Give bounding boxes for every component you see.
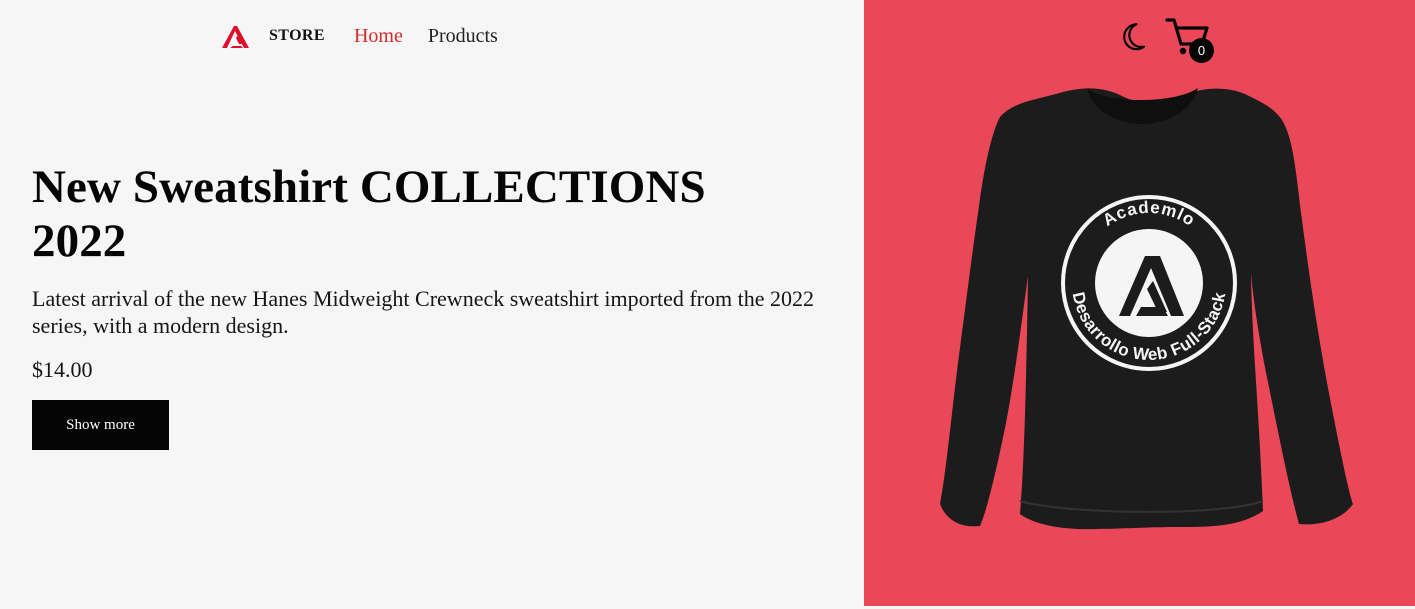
show-more-button[interactable]: Show more bbox=[32, 400, 169, 450]
main-navigation: STORE Home Products bbox=[219, 19, 498, 53]
hero-description: Latest arrival of the new Hanes Midweigh… bbox=[32, 286, 814, 338]
navigation-links: Home Products bbox=[354, 26, 498, 46]
nav-products-link[interactable]: Products bbox=[428, 26, 498, 46]
brand-logo-link[interactable]: STORE bbox=[219, 22, 325, 50]
hero-title: New Sweatshirt COLLECTIONS 2022 bbox=[32, 160, 822, 268]
hero-title-line-1: New Sweatshirt COLLECTIONS bbox=[32, 161, 706, 213]
product-sweatshirt-image: Academlo Desarrollo Web Full-Stack bbox=[936, 80, 1356, 535]
theme-toggle-button[interactable] bbox=[1116, 19, 1148, 51]
cart-count-badge: 0 bbox=[1189, 38, 1214, 63]
moon-icon bbox=[1123, 23, 1145, 51]
product-price: $14.00 bbox=[32, 357, 93, 382]
nav-home-link[interactable]: Home bbox=[354, 26, 403, 46]
sweatshirt-graphic: Academlo Desarrollo Web Full-Stack bbox=[940, 88, 1353, 530]
cart-button[interactable]: 0 bbox=[1165, 16, 1217, 64]
hero-title-line-2: 2022 bbox=[32, 215, 127, 267]
brand-logo-icon bbox=[222, 26, 249, 48]
hero-section: New Sweatshirt COLLECTIONS 2022 Latest a… bbox=[32, 160, 822, 450]
brand-name: STORE bbox=[269, 27, 325, 44]
